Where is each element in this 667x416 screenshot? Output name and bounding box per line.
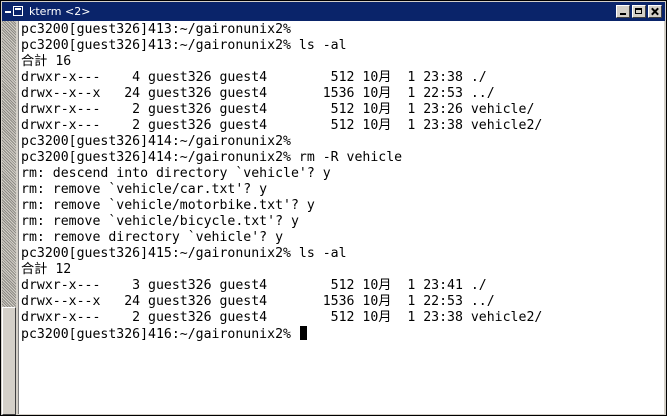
terminal-line: 合計 16 [21, 54, 72, 69]
terminal-line: rm: remove `vehicle/bicycle.txt'? y [21, 214, 299, 229]
terminal-line: rm: remove directory `vehicle'? y [21, 230, 284, 245]
minimize-button[interactable] [616, 5, 630, 18]
vertical-scrollbar[interactable] [2, 21, 16, 415]
terminal-line: drwx--x--x 24 guest326 guest4 1536 10月 1… [21, 86, 495, 101]
terminal-line: drwxr-x--- 2 guest326 guest4 512 10月 1 2… [21, 310, 543, 325]
command-prompt: pc3200[guest326]416:~/gaironunix2% [21, 327, 299, 342]
scrollbar-thumb[interactable] [2, 307, 16, 415]
terminal-line: 合計 12 [21, 262, 72, 277]
maximize-button[interactable] [632, 5, 646, 18]
close-button[interactable] [648, 5, 662, 18]
terminal-line: rm: remove `vehicle/motorbike.txt'? y [21, 198, 315, 213]
title-bar[interactable]: kterm <2> [2, 2, 665, 21]
terminal-line: pc3200[guest326]414:~/gaironunix2% [21, 134, 291, 149]
terminal-line: rm: remove `vehicle/car.txt'? y [21, 182, 268, 197]
terminal-line: pc3200[guest326]415:~/gaironunix2% ls -a… [21, 246, 347, 261]
terminal-line: drwx--x--x 24 guest326 guest4 1536 10月 1… [21, 294, 495, 309]
terminal-line: drwxr-x--- 2 guest326 guest4 512 10月 1 2… [21, 118, 543, 133]
terminal-window: kterm <2> pc3200[guest326]413:~/gaironun… [0, 0, 667, 416]
terminal-line: drwxr-x--- 3 guest326 guest4 512 10月 1 2… [21, 278, 487, 293]
terminal-line: pc3200[guest326]413:~/gaironunix2% ls -a… [21, 38, 347, 53]
command-prompt-line[interactable]: pc3200[guest326]416:~/gaironunix2% [21, 326, 664, 342]
window-title: kterm <2> [29, 5, 91, 18]
terminal-line: pc3200[guest326]413:~/gaironunix2% [21, 22, 291, 37]
text-cursor [299, 326, 307, 340]
system-menu-icon[interactable] [5, 5, 25, 18]
terminal-line: drwxr-x--- 4 guest326 guest4 512 10月 1 2… [21, 70, 487, 85]
terminal-output[interactable]: pc3200[guest326]413:~/gaironunix2% pc3200… [18, 21, 664, 414]
terminal-line: drwxr-x--- 2 guest326 guest4 512 10月 1 2… [21, 102, 535, 117]
terminal-line: rm: descend into directory `vehicle'? y [21, 166, 331, 181]
terminal-line: pc3200[guest326]414:~/gaironunix2% rm -R… [21, 150, 403, 165]
